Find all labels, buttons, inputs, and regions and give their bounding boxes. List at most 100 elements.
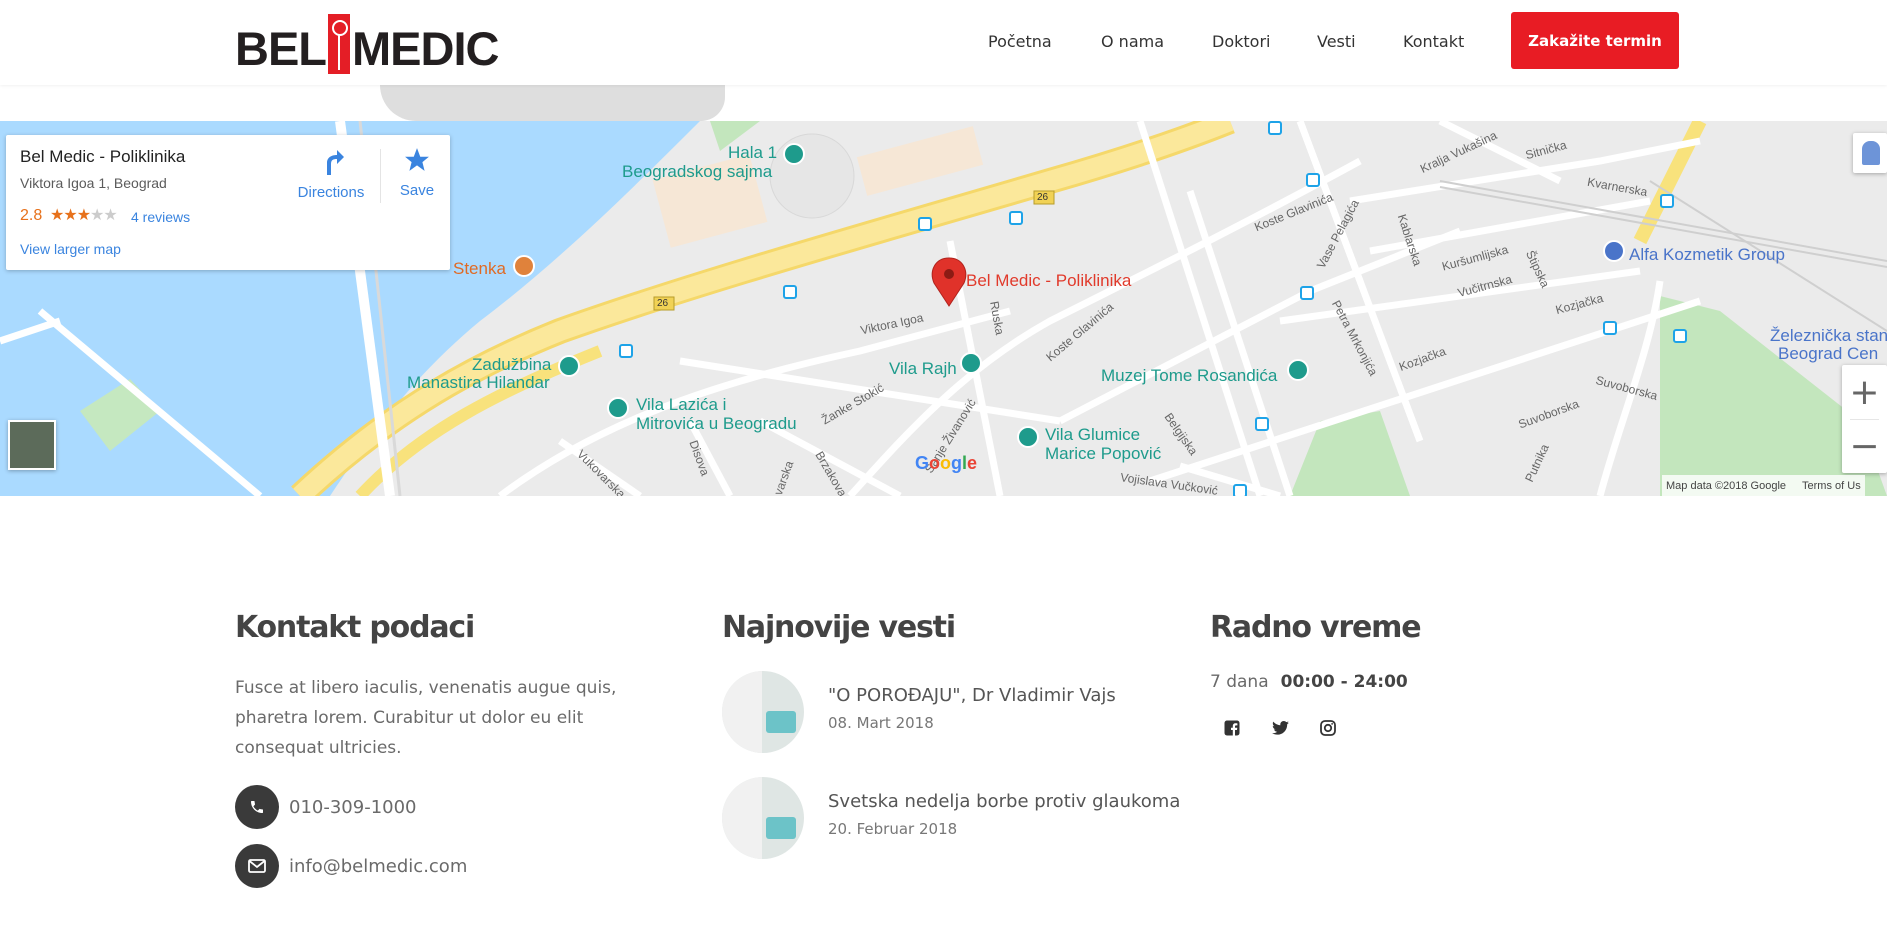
bus-stop-icon	[783, 285, 797, 299]
news-title[interactable]: Svetska nedelja borbe protiv glaukoma	[828, 791, 1180, 812]
news-date: 08. Mart 2018	[828, 714, 934, 732]
bus-stop-icon	[1603, 321, 1617, 335]
opening-hours: 7 dana 00:00 - 24:00	[1210, 672, 1408, 692]
place-title: Bel Medic - Poliklinika	[20, 147, 186, 166]
bus-stop-icon	[1660, 194, 1674, 208]
site-header: BEL MEDIC Početna O nama Doktori Vesti K…	[0, 0, 1887, 85]
view-larger-map-link[interactable]: View larger map	[20, 241, 121, 257]
facebook-icon[interactable]	[1221, 717, 1243, 739]
poi-hala1-icon[interactable]	[783, 143, 805, 165]
news-thumbnail[interactable]	[722, 777, 804, 859]
google-logo: Google	[915, 453, 978, 473]
route-26-shield: 26	[657, 298, 669, 309]
poi-lazica-icon[interactable]	[607, 397, 629, 419]
contact-heading: Kontakt podaci	[235, 610, 475, 645]
poi-muzej-icon[interactable]	[1287, 359, 1309, 381]
terms-link[interactable]: Terms of Us	[1802, 480, 1861, 492]
map-info-card: Bel Medic - Poliklinika Viktora Igoa 1, …	[6, 135, 450, 270]
star-icon	[405, 148, 429, 171]
bus-stop-icon	[1300, 286, 1314, 300]
place-address: Viktora Igoa 1, Beograd	[20, 175, 167, 191]
satellite-toggle-button[interactable]	[8, 420, 56, 470]
bus-stop-icon	[1009, 211, 1023, 225]
poi-glumice-icon[interactable]	[1017, 426, 1039, 448]
news-item[interactable]: Svetska nedelja borbe protiv glaukoma 20…	[722, 777, 1180, 859]
news-thumbnail[interactable]	[722, 671, 804, 753]
nav-item-vesti[interactable]: Vesti	[1317, 32, 1356, 51]
bus-stop-icon	[1255, 417, 1269, 431]
bus-stop-icon	[619, 344, 633, 358]
poi-alfa-label[interactable]: Alfa Kozmetik Group	[1629, 245, 1785, 265]
poi-glumice-label-2[interactable]: Marice Popović	[1045, 444, 1161, 464]
news-title[interactable]: "O POROĐAJU", Dr Vladimir Vajs	[828, 685, 1116, 706]
nav-item-pocetna[interactable]: Početna	[988, 32, 1052, 51]
bus-stop-icon	[1673, 329, 1687, 343]
poi-zaduzbina-label-2[interactable]: Manastira Hilandar	[407, 373, 550, 393]
poi-hala1-label[interactable]: Hala 1	[728, 143, 777, 163]
google-map[interactable]: 26 26 Hala 1 Beogradskog sajma Stenka Za…	[0, 121, 1887, 496]
phone-icon	[235, 785, 279, 829]
save-button[interactable]: Save	[392, 147, 442, 199]
news-column: Najnovije vesti	[722, 610, 956, 645]
envelope-icon	[235, 844, 279, 888]
directions-label: Directions	[297, 184, 365, 201]
rating-stars-icon: ★★★★★	[50, 207, 118, 224]
instagram-icon[interactable]	[1317, 717, 1339, 739]
bus-stop-icon	[1306, 173, 1320, 187]
hours-column: Radno vreme	[1210, 610, 1422, 645]
poi-alfa-icon[interactable]	[1603, 240, 1625, 262]
map-attribution: Map data ©2018 Google Terms of Us	[1662, 475, 1865, 496]
place-rating: 2.8	[20, 207, 43, 224]
poi-muzej-label[interactable]: Muzej Tome Rosandića	[1101, 366, 1277, 386]
poi-vila-rajh-icon[interactable]	[960, 352, 982, 374]
contact-column: Kontakt podaci	[235, 610, 475, 645]
bus-stop-icon	[918, 217, 932, 231]
nav-item-kontakt[interactable]: Kontakt	[1403, 32, 1464, 51]
divider	[380, 149, 381, 203]
hours-time: 00:00 - 24:00	[1280, 672, 1408, 692]
poi-zeleznicka-label-2[interactable]: Beograd Cen	[1778, 344, 1878, 364]
nav-item-doktori[interactable]: Doktori	[1212, 32, 1270, 51]
route-26-shield: 26	[1037, 192, 1049, 203]
bus-stop-icon	[1233, 484, 1247, 496]
directions-button[interactable]: Directions	[291, 147, 371, 201]
zoom-in-icon[interactable]: +	[1842, 365, 1887, 419]
logo-text-left: BEL	[235, 22, 327, 75]
hours-heading: Radno vreme	[1210, 610, 1422, 645]
poi-hala1-label-2[interactable]: Beogradskog sajma	[622, 162, 772, 182]
poi-vila-rajh-label[interactable]: Vila Rajh	[889, 359, 957, 379]
marker-label[interactable]: Bel Medic - Poliklinika	[966, 271, 1131, 291]
poi-stenka-icon[interactable]	[513, 255, 535, 277]
poi-stenka-label[interactable]: Stenka	[453, 259, 506, 279]
poi-glumice-label[interactable]: Vila Glumice	[1045, 425, 1140, 445]
hero-bottom-strip	[0, 85, 1887, 121]
nav-item-o-nama[interactable]: O nama	[1101, 32, 1164, 51]
news-item[interactable]: "O POROĐAJU", Dr Vladimir Vajs 08. Mart …	[722, 671, 1116, 753]
poi-zaduzbina-label[interactable]: Zadužbina	[472, 355, 551, 375]
email-address: info@belmedic.com	[289, 855, 468, 877]
bus-stop-icon	[1268, 121, 1282, 135]
directions-icon	[327, 150, 344, 175]
logo-text-right: MEDIC	[352, 22, 499, 75]
hours-days: 7 dana	[1210, 672, 1269, 692]
map-data-text: Map data ©2018 Google	[1666, 479, 1787, 492]
news-heading: Najnovije vesti	[722, 610, 956, 645]
poi-lazica-label-2[interactable]: Mitrovića u Beogradu	[636, 414, 797, 434]
zoom-out-icon[interactable]: −	[1842, 419, 1887, 473]
poi-zaduzbina-icon[interactable]	[558, 355, 580, 377]
belmedic-logo[interactable]: BEL MEDIC	[235, 12, 499, 75]
logo-caduceus-icon	[328, 14, 350, 74]
pegman-icon[interactable]	[1853, 133, 1887, 173]
contact-description: Fusce at libero iaculis, venenatis augue…	[235, 678, 617, 758]
phone-row[interactable]: 010-309-1000	[235, 785, 417, 829]
book-appointment-button[interactable]: Zakažite termin	[1511, 12, 1679, 69]
save-label: Save	[399, 182, 435, 199]
news-date: 20. Februar 2018	[828, 820, 958, 838]
phone-number: 010-309-1000	[289, 796, 417, 818]
twitter-icon[interactable]	[1269, 717, 1291, 739]
email-row[interactable]: info@belmedic.com	[235, 844, 467, 888]
poi-lazica-label[interactable]: Vila Lazića i	[636, 395, 726, 415]
reviews-link[interactable]: 4 reviews	[131, 209, 190, 225]
poi-zeleznicka-label[interactable]: Železnička stan	[1770, 326, 1887, 346]
zoom-control: + −	[1842, 365, 1887, 473]
